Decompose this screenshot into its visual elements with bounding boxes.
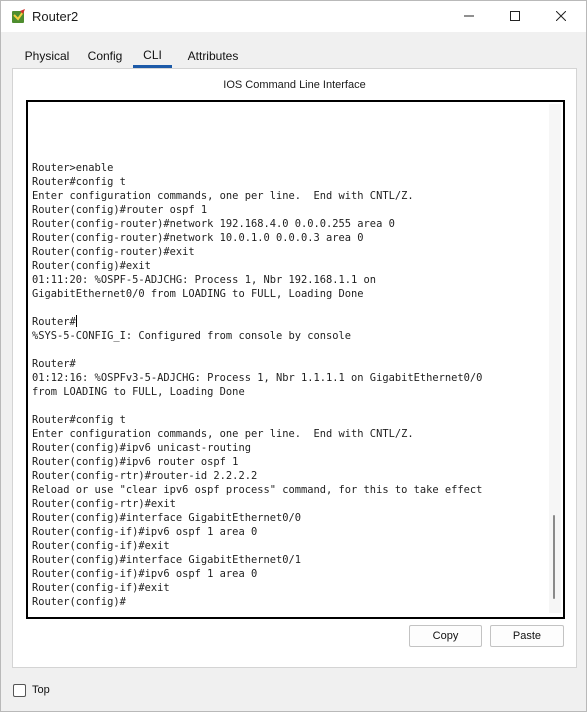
console-line: Router(config)#interface GigabitEthernet… bbox=[32, 554, 301, 566]
tab-cli[interactable]: CLI bbox=[133, 45, 172, 68]
minimize-icon bbox=[464, 8, 474, 26]
console-line: Router(config-if)#ipv6 ospf 1 area 0 bbox=[32, 526, 258, 538]
console-line: Enter configuration commands, one per li… bbox=[32, 190, 414, 202]
console-line: Router(config-if)#ipv6 ospf 1 area 0 bbox=[32, 568, 258, 580]
console-line: Router# bbox=[32, 358, 76, 370]
console-line: Router(config-router)#exit bbox=[32, 246, 195, 258]
router-app-icon bbox=[11, 9, 27, 25]
console-line: Enter configuration commands, one per li… bbox=[32, 428, 414, 440]
scrollbar-thumb[interactable] bbox=[553, 515, 555, 599]
console-line: Router(config)#ipv6 router ospf 1 bbox=[32, 456, 239, 468]
window-title: Router2 bbox=[32, 9, 79, 24]
cli-console[interactable]: Router>enable Router#config t Enter config… bbox=[26, 100, 565, 619]
console-line: Router# bbox=[32, 315, 77, 328]
footer: Top bbox=[13, 682, 50, 698]
minimize-button[interactable] bbox=[446, 1, 492, 32]
console-line: Router(config)#exit bbox=[32, 260, 151, 272]
tab-attributes[interactable]: Attributes bbox=[180, 45, 246, 67]
console-line: Router(config-if)#exit bbox=[32, 582, 170, 594]
console-line: 01:12:16: %OSPFv3-5-ADJCHG: Process 1, N… bbox=[32, 372, 483, 384]
tab-physical[interactable]: Physical bbox=[20, 45, 74, 67]
console-line: Router#config t bbox=[32, 176, 126, 188]
console-line: 01:11:20: %OSPF-5-ADJCHG: Process 1, Nbr… bbox=[32, 274, 377, 286]
console-line: Reload or use "clear ipv6 ospf process" … bbox=[32, 484, 483, 496]
top-checkbox[interactable] bbox=[13, 683, 26, 697]
console-line: Router>enable bbox=[32, 162, 114, 174]
text-cursor bbox=[75, 315, 77, 327]
panel-heading: IOS Command Line Interface bbox=[223, 79, 366, 91]
tab-strip: Physical Config CLI Attributes bbox=[14, 45, 569, 68]
copy-button[interactable]: Copy bbox=[409, 625, 482, 647]
close-button[interactable] bbox=[538, 1, 584, 32]
console-line: Router(config)# bbox=[32, 596, 126, 608]
console-line: Router(config)#ipv6 unicast-routing bbox=[32, 442, 251, 454]
console-line: %SYS-5-CONFIG_I: Configured from console… bbox=[32, 330, 352, 342]
console-line: Router(config-rtr)#exit bbox=[32, 498, 176, 510]
console-output: Router>enable Router#config t Enter config… bbox=[32, 161, 542, 609]
paste-button[interactable]: Paste bbox=[490, 625, 564, 647]
close-icon bbox=[555, 8, 567, 26]
console-line: GigabitEthernet0/0 from LOADING to FULL,… bbox=[32, 288, 364, 300]
console-line: Router(config-if)#exit bbox=[32, 540, 170, 552]
console-scrollbar[interactable] bbox=[549, 104, 561, 613]
console-line: Router(config-router)#network 10.0.1.0 0… bbox=[32, 232, 364, 244]
cli-panel: IOS Command Line Interface Router>enable… bbox=[12, 68, 577, 668]
console-line: Router(config)#interface GigabitEthernet… bbox=[32, 512, 301, 524]
title-bar[interactable]: Router2 bbox=[1, 1, 586, 32]
tab-config[interactable]: Config bbox=[84, 45, 126, 67]
maximize-button[interactable] bbox=[492, 1, 538, 32]
top-checkbox-label: Top bbox=[32, 684, 50, 696]
maximize-icon bbox=[510, 8, 520, 26]
console-line: Router(config-router)#network 192.168.4.… bbox=[32, 218, 395, 230]
console-line: Router(config)#router ospf 1 bbox=[32, 204, 208, 216]
console-line: from LOADING to FULL, Loading Done bbox=[32, 386, 245, 398]
console-line: Router(config-rtr)#router-id 2.2.2.2 bbox=[32, 470, 258, 482]
router2-window: Router2 Physical Config CLI Attributes I… bbox=[0, 0, 587, 712]
console-line: Router#config t bbox=[32, 414, 126, 426]
